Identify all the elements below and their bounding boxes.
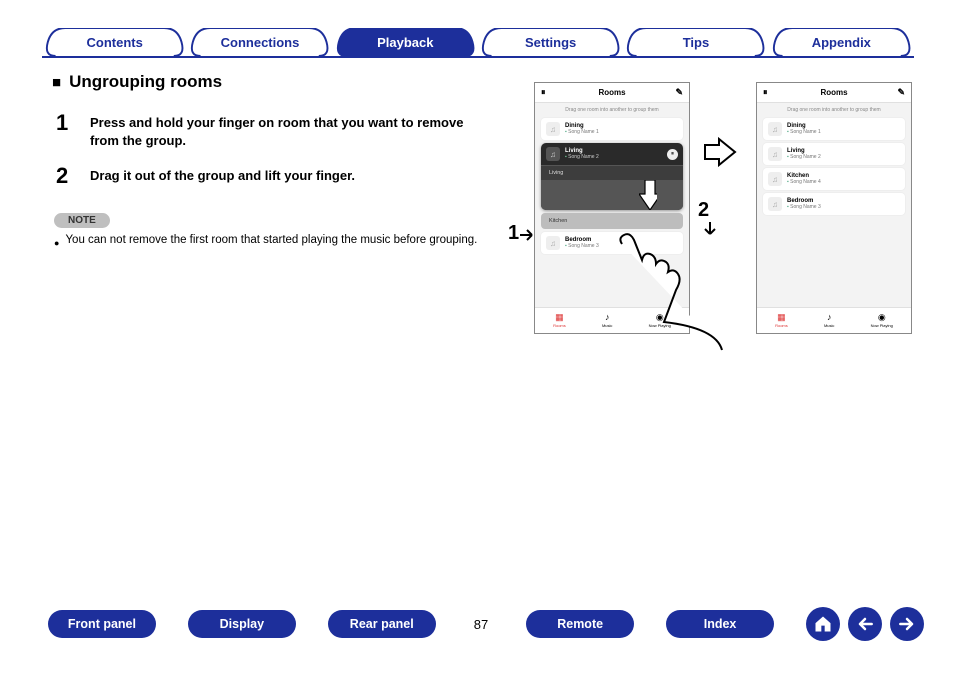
phone-header: ⏸ Rooms ✎ bbox=[757, 83, 911, 103]
arrow-left-icon bbox=[855, 614, 875, 634]
room-card: ♫ Bedroom Song Name 3 bbox=[541, 232, 683, 254]
step-text: Press and hold your finger on room that … bbox=[90, 110, 470, 149]
pause-icon: ⏸ bbox=[763, 87, 768, 98]
music-note-icon: ♫ bbox=[768, 197, 782, 211]
phone-title: Rooms bbox=[820, 88, 847, 97]
group-subroom: Living bbox=[541, 165, 683, 180]
tab-label: Playback bbox=[377, 35, 433, 50]
edit-icon: ✎ bbox=[897, 87, 905, 98]
footer-rooms: ▦Rooms bbox=[775, 313, 788, 328]
tab-playback[interactable]: Playback bbox=[333, 28, 478, 56]
room-card: ♫ LivingSong Name 2 bbox=[763, 143, 905, 165]
tab-appendix[interactable]: Appendix bbox=[769, 28, 914, 56]
home-icon bbox=[813, 614, 833, 634]
pause-button-icon: ⏸ bbox=[667, 149, 678, 160]
rear-panel-button[interactable]: Rear panel bbox=[328, 610, 436, 638]
arrow-right-icon bbox=[897, 614, 917, 634]
index-button[interactable]: Index bbox=[666, 610, 774, 638]
drag-row: Kitchen bbox=[541, 213, 683, 229]
music-note-icon: ♫ bbox=[768, 172, 782, 186]
group-block: ♫ Living Song Name 2 ⏸ Living bbox=[541, 143, 683, 210]
note-label: NOTE bbox=[54, 213, 110, 228]
phone-title: Rooms bbox=[598, 88, 625, 97]
bullet-icon: ● bbox=[54, 234, 59, 252]
music-note-icon: ♫ bbox=[768, 147, 782, 161]
pause-icon: ⏸ bbox=[541, 87, 546, 98]
next-page-button[interactable] bbox=[890, 607, 924, 641]
tab-settings[interactable]: Settings bbox=[478, 28, 623, 56]
tab-label: Tips bbox=[683, 35, 710, 50]
song-name: Song Name 1 bbox=[565, 130, 599, 136]
arrow-down-icon bbox=[704, 222, 716, 240]
step-number: 2 bbox=[56, 163, 72, 189]
footer-rooms: ▦Rooms bbox=[553, 313, 566, 328]
square-bullet-icon: ■ bbox=[52, 74, 61, 91]
song-name: Song Name 2 bbox=[565, 154, 599, 160]
footer-music: ♪Music bbox=[824, 313, 834, 328]
phone-footer: ▦Rooms ♪Music ◉Now Playing bbox=[757, 307, 911, 333]
tab-tips[interactable]: Tips bbox=[623, 28, 768, 56]
song-name: Song Name 3 bbox=[787, 205, 821, 211]
remote-button[interactable]: Remote bbox=[526, 610, 634, 638]
arrow-transition-icon bbox=[703, 137, 739, 167]
room-card: ♫ Dining Song Name 1 bbox=[541, 118, 683, 140]
music-note-icon: ♫ bbox=[546, 122, 560, 136]
room-card: ♫ BedroomSong Name 3 bbox=[763, 193, 905, 215]
song-name: Song Name 3 bbox=[565, 244, 599, 250]
phone-footer: ▦Rooms ♪Music ◉Now Playing bbox=[535, 307, 689, 333]
prev-page-button[interactable] bbox=[848, 607, 882, 641]
room-card: ♫ DiningSong Name 1 bbox=[763, 118, 905, 140]
nav-icon-group bbox=[806, 607, 924, 641]
song-name: Song Name 1 bbox=[787, 130, 821, 136]
step-number: 1 bbox=[56, 110, 72, 136]
illustration-panel: 1 2 ⏸ Rooms ✎ Drag one room into another… bbox=[508, 82, 938, 362]
big-down-arrow-icon bbox=[639, 180, 657, 210]
music-note-icon: ♫ bbox=[546, 147, 560, 161]
footer-nowplaying: ◉Now Playing bbox=[649, 313, 671, 328]
page-number: 87 bbox=[474, 617, 488, 632]
top-tab-nav: Contents Connections Playback Settings T… bbox=[42, 28, 914, 58]
tab-label: Appendix bbox=[812, 35, 871, 50]
tab-label: Settings bbox=[525, 35, 576, 50]
section-title-text: Ungrouping rooms bbox=[69, 72, 222, 92]
display-button[interactable]: Display bbox=[188, 610, 296, 638]
tab-connections[interactable]: Connections bbox=[187, 28, 332, 56]
tab-label: Contents bbox=[86, 35, 142, 50]
phone-hint: Drag one room into another to group them bbox=[535, 103, 689, 115]
tab-label: Connections bbox=[221, 35, 300, 50]
phone-header: ⏸ Rooms ✎ bbox=[535, 83, 689, 103]
group-drop-zone bbox=[541, 180, 683, 210]
marker-1: 1 bbox=[508, 222, 519, 245]
phone-after: ⏸ Rooms ✎ Drag one room into another to … bbox=[756, 82, 912, 334]
note-body: You can not remove the first room that s… bbox=[65, 234, 477, 252]
phone-before: ⏸ Rooms ✎ Drag one room into another to … bbox=[534, 82, 690, 334]
song-name: Song Name 4 bbox=[787, 180, 821, 186]
tab-contents[interactable]: Contents bbox=[42, 28, 187, 56]
front-panel-button[interactable]: Front panel bbox=[48, 610, 156, 638]
phone-hint: Drag one room into another to group them bbox=[757, 103, 911, 115]
bottom-nav: Front panel Display Rear panel 87 Remote… bbox=[48, 607, 924, 641]
footer-nowplaying: ◉Now Playing bbox=[871, 313, 893, 328]
home-button[interactable] bbox=[806, 607, 840, 641]
footer-music: ♪Music bbox=[602, 313, 612, 328]
edit-icon: ✎ bbox=[675, 87, 683, 98]
room-card: ♫ KitchenSong Name 4 bbox=[763, 168, 905, 190]
step-text: Drag it out of the group and lift your f… bbox=[90, 163, 355, 185]
marker-2: 2 bbox=[698, 199, 709, 222]
song-name: Song Name 2 bbox=[787, 155, 821, 161]
music-note-icon: ♫ bbox=[546, 236, 560, 250]
music-note-icon: ♫ bbox=[768, 122, 782, 136]
